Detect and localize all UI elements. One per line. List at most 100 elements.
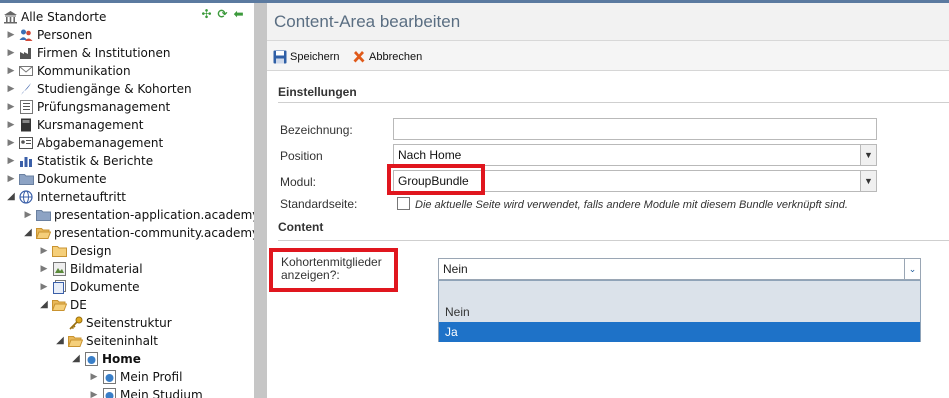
divider <box>278 102 949 103</box>
tree-root[interactable]: Alle Standorte <box>2 8 106 26</box>
tree-item-presentation-application[interactable]: ▶ presentation-application.academyfive <box>22 206 254 224</box>
folder-icon <box>35 207 51 223</box>
highlight-box-modul <box>387 164 485 195</box>
position-value: Nach Home <box>398 148 462 162</box>
expander-open-icon[interactable]: ◢ <box>54 332 66 350</box>
toolbar: Speichern Abbrechen <box>267 41 949 71</box>
tree-item-presentation-community[interactable]: ◢ presentation-community.academyfive <box>22 224 254 242</box>
page-globe-icon <box>101 369 117 385</box>
cancel-button[interactable]: Abbrechen <box>351 49 422 65</box>
chevron-down-icon[interactable]: ▼ <box>860 145 876 165</box>
divider <box>278 240 949 241</box>
cancel-button-label: Abbrechen <box>369 51 423 63</box>
save-button[interactable]: Speichern <box>272 49 340 65</box>
expander-icon[interactable]: ▶ <box>5 134 17 152</box>
collapse-arrow-icon[interactable]: ⬅ <box>232 7 245 21</box>
tree-item-design[interactable]: ▶ Design <box>38 242 112 260</box>
position-select[interactable]: Nach Home ▼ <box>393 144 877 166</box>
tree-item-label: Firmen & Institutionen <box>37 46 171 60</box>
tree-item-home[interactable]: ◢ Home <box>70 350 141 368</box>
kohorten-select[interactable]: Nein ⌄ <box>438 258 921 280</box>
expander-icon[interactable]: ▶ <box>5 26 17 44</box>
modul-label: Modul: <box>280 175 317 189</box>
building-icon <box>2 9 18 25</box>
factory-icon <box>18 45 34 61</box>
expander-icon[interactable]: ▶ <box>5 62 17 80</box>
folder-open-icon <box>67 333 83 349</box>
expander-icon[interactable]: ▶ <box>5 170 17 188</box>
standardseite-label: Standardseite: <box>280 197 358 211</box>
expander-icon[interactable]: ▶ <box>5 98 17 116</box>
expander-icon[interactable]: ▶ <box>5 44 17 62</box>
kohorten-dropdown-list: Nein Ja <box>438 280 921 342</box>
expander-icon[interactable]: ▶ <box>38 260 50 278</box>
expander-icon[interactable]: ▶ <box>88 368 100 386</box>
tree-item-seitenstruktur[interactable]: Seitenstruktur <box>67 314 172 332</box>
expander-icon[interactable]: ▶ <box>22 206 34 224</box>
dropdown-option-nein[interactable]: Nein <box>439 302 920 322</box>
tree-item-label: Statistik & Berichte <box>37 154 154 168</box>
tree-root-label: Alle Standorte <box>21 10 107 24</box>
folder-open-icon <box>35 225 51 241</box>
standardseite-checkbox[interactable] <box>397 197 410 210</box>
expander-icon[interactable]: ▶ <box>5 152 17 170</box>
tree-item-label: presentation-application.academyfive <box>54 208 254 222</box>
expander-icon[interactable]: ▶ <box>5 80 17 98</box>
tree-item-label: Kommunikation <box>37 64 131 78</box>
tree-item-firmen[interactable]: ▶ Firmen & Institutionen <box>5 44 171 62</box>
tree-item-label: Dokumente <box>37 172 107 186</box>
chevron-down-icon[interactable]: ▼ <box>860 171 876 191</box>
expander-open-icon[interactable]: ◢ <box>22 224 34 242</box>
tree-item-de[interactable]: ◢ DE <box>38 296 87 314</box>
bezeichnung-label: Bezeichnung: <box>280 123 353 137</box>
expander-icon[interactable]: ▶ <box>5 116 17 134</box>
refresh-icon[interactable]: ⟳ <box>216 7 229 21</box>
tree-item-dokumente-2[interactable]: ▶ Dokumente <box>38 278 140 296</box>
tree-item-mein-profil[interactable]: ▶ Mein Profil <box>88 368 182 386</box>
expander-icon[interactable]: ▶ <box>38 278 50 296</box>
tree-item-label: Bildmaterial <box>70 262 143 276</box>
tree-item-pruefung[interactable]: ▶ Prüfungsmanagement <box>5 98 170 116</box>
kohorten-value: Nein <box>443 262 468 276</box>
save-button-label: Speichern <box>290 51 340 63</box>
edit-panel: Content-Area bearbeiten Speichern Abbrec… <box>267 3 949 398</box>
tree-item-label: Internetauftritt <box>37 190 127 204</box>
tree-item-label: DE <box>70 298 87 312</box>
globe-icon <box>18 189 34 205</box>
tree-item-label: Prüfungsmanagement <box>37 100 171 114</box>
tree-item-mein-studium[interactable]: ▶ Mein Studium <box>88 386 203 398</box>
tree-item-label: Studiengänge & Kohorten <box>37 82 192 96</box>
tree-item-label: Seitenstruktur <box>86 316 172 330</box>
expander-icon[interactable]: ▶ <box>38 242 50 260</box>
folder-icon <box>51 243 67 259</box>
quill-icon <box>18 81 34 97</box>
tree-item-dokumente[interactable]: ▶ Dokumente <box>5 170 107 188</box>
tree-item-statistik[interactable]: ▶ Statistik & Berichte <box>5 152 154 170</box>
chevron-down-icon[interactable]: ⌄ <box>904 259 920 279</box>
panel-splitter[interactable] <box>254 3 267 398</box>
tree-item-abgabe[interactable]: ▶ Abgabemanagement <box>5 134 164 152</box>
tree-item-seiteninhalt[interactable]: ◢ Seiteninhalt <box>54 332 158 350</box>
tree-item-kurs[interactable]: ▶ Kursmanagement <box>5 116 144 134</box>
image-file-icon <box>51 261 67 277</box>
tree-item-kommunikation[interactable]: ▶ Kommunikation <box>5 62 131 80</box>
page-globe-icon <box>83 351 99 367</box>
dropdown-option-ja[interactable]: Ja <box>439 322 920 342</box>
expander-open-icon[interactable]: ◢ <box>5 188 17 206</box>
tree-item-label: Kursmanagement <box>37 118 144 132</box>
expander-open-icon[interactable]: ◢ <box>70 350 82 368</box>
id-card-icon <box>18 135 34 151</box>
expander-icon[interactable]: ▶ <box>88 386 100 398</box>
bezeichnung-input[interactable] <box>393 118 877 140</box>
tree-item-label: Seiteninhalt <box>86 334 158 348</box>
expander-open-icon[interactable]: ◢ <box>38 296 50 314</box>
tree-item-label: presentation-community.academyfive <box>54 226 254 240</box>
checklist-icon <box>18 99 34 115</box>
section-heading-settings: Einstellungen <box>278 85 357 99</box>
expand-all-icon[interactable]: ✣ <box>200 7 213 21</box>
tree-item-bildmaterial[interactable]: ▶ Bildmaterial <box>38 260 143 278</box>
tree-item-personen[interactable]: ▶ Personen <box>5 26 93 44</box>
tree-item-label: Mein Studium <box>120 388 203 398</box>
tree-item-internetauftritt[interactable]: ◢ Internetauftritt <box>5 188 126 206</box>
tree-item-studiengaenge[interactable]: ▶ Studiengänge & Kohorten <box>5 80 192 98</box>
